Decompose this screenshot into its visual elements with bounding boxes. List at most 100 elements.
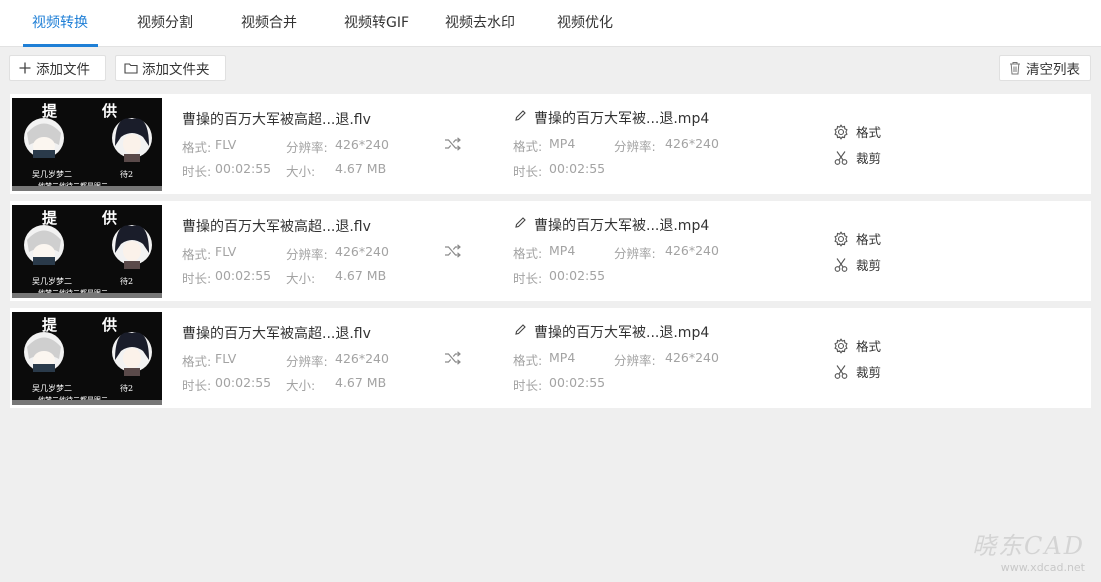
watermark-url: www.xdcad.net [1000,561,1085,574]
add-folder-button[interactable]: 添加文件夹 [115,55,226,81]
file-row[interactable]: 提 供 吴几岁梦二 待2 他梦二他待二都是眼二 曹操的百万大军被高超...退.f… [10,308,1091,408]
cut-button[interactable]: 裁剪 [833,148,881,167]
source-size-label: 大小: [286,378,316,393]
tab-remove-watermark[interactable]: 视频去水印 [445,0,515,47]
shuffle-icon [445,244,461,258]
source-size-value: 4.67 MB [335,161,387,176]
edit-output-name-icon[interactable] [514,109,527,122]
source-format-label: 格式: [182,354,212,369]
cut-label: 裁剪 [856,258,882,273]
output-format-label: 格式: [513,353,543,368]
output-resolution-label: 分辨率: [614,353,656,368]
watermark-logo: 晓东CAD [972,532,1085,560]
thumbnail-progress-strip [12,293,162,298]
thumbnail-caption-left: 吴几岁梦二 [32,170,72,179]
output-format-value: MP4 [549,243,576,258]
tab-video-optimize[interactable]: 视频优化 [557,0,613,47]
shuffle-icon [445,137,461,151]
output-duration-label: 时长: [513,164,543,179]
edit-output-name-icon[interactable] [514,323,527,336]
source-filename: 曹操的百万大军被高超...退.flv [182,326,371,342]
gear-icon [834,123,848,140]
thumbnail-caption-left: 吴几岁梦二 [32,384,72,393]
output-duration-label: 时长: [513,271,543,286]
thumbnail-caption-left: 吴几岁梦二 [32,277,72,286]
output-filename[interactable]: 曹操的百万大军被...退.mp4 [534,108,709,128]
source-format-value: FLV [215,137,237,152]
video-thumbnail: 提 供 吴几岁梦二 待2 他梦二他待二都是眼二 [12,312,162,405]
trash-icon [1010,62,1020,75]
clear-list-label: 清空列表 [1026,62,1080,78]
output-resolution-label: 分辨率: [614,246,656,261]
edit-output-name-icon[interactable] [514,216,527,229]
thumbnail-characters [24,332,152,376]
thumbnail-caption-right: 待2 [120,384,134,393]
source-size-label: 大小: [286,271,316,286]
source-format-value: FLV [215,244,237,259]
watermark: 晓东CAD www.xdcad.net [972,526,1085,574]
plus-icon [19,62,31,74]
source-size-value: 4.67 MB [335,268,387,283]
output-filename[interactable]: 曹操的百万大军被...退.mp4 [534,322,709,342]
add-file-button[interactable]: 添加文件 [9,55,106,81]
active-tab-indicator [23,44,98,47]
cut-label: 裁剪 [856,365,882,380]
source-resolution-value: 426*240 [335,137,389,152]
source-resolution-value: 426*240 [335,351,389,366]
output-format-value: MP4 [549,136,576,151]
source-duration-label: 时长: [182,271,212,286]
thumbnail-characters [24,118,152,162]
source-resolution-label: 分辨率: [286,247,328,262]
thumbnail-characters [24,225,152,269]
cut-label: 裁剪 [856,151,882,166]
source-size-value: 4.67 MB [335,375,387,390]
output-duration-value: 00:02:55 [549,161,606,176]
source-duration-label: 时长: [182,378,212,393]
source-resolution-label: 分辨率: [286,140,328,155]
thumbnail-progress-strip [12,186,162,191]
file-row[interactable]: 提 供 吴几岁梦二 待2 他梦二他待二都是眼二 曹操的百万大军被高超...退.f… [10,201,1091,301]
file-row[interactable]: 提 供 吴几岁梦二 待2 他梦二他待二都是眼二 曹操的百万大军被高超...退.f… [10,94,1091,194]
scissors-icon [834,257,848,272]
gear-icon [834,230,848,247]
output-filename[interactable]: 曹操的百万大军被...退.mp4 [534,215,709,235]
source-format-label: 格式: [182,247,212,262]
source-duration-value: 00:02:55 [215,375,272,390]
thumbnail-caption-right: 待2 [120,277,134,286]
thumbnail-caption-right: 待2 [120,170,134,179]
video-thumbnail: 提 供 吴几岁梦二 待2 他梦二他待二都是眼二 [12,98,162,191]
tab-bar: 视频转换 视频分割 视频合并 视频转GIF 视频去水印 视频优化 [0,0,1101,47]
tab-video-split[interactable]: 视频分割 [137,0,193,47]
source-resolution-value: 426*240 [335,244,389,259]
output-resolution-value: 426*240 [665,136,719,151]
clear-list-button[interactable]: 清空列表 [999,55,1091,81]
source-format-label: 格式: [182,140,212,155]
format-settings-label: 格式 [856,125,882,140]
scissors-icon [834,150,848,165]
tab-video-to-gif[interactable]: 视频转GIF [344,0,409,47]
source-size-label: 大小: [286,164,316,179]
output-format-label: 格式: [513,246,543,261]
format-settings-button[interactable]: 格式 [833,336,881,355]
tab-video-convert[interactable]: 视频转换 [32,0,88,47]
format-settings-label: 格式 [856,339,882,354]
format-settings-button[interactable]: 格式 [833,122,881,141]
shuffle-icon [445,351,461,365]
output-resolution-label: 分辨率: [614,139,656,154]
cut-button[interactable]: 裁剪 [833,362,881,381]
gear-icon [834,337,848,354]
source-format-value: FLV [215,351,237,366]
source-duration-value: 00:02:55 [215,268,272,283]
folder-icon [124,63,138,74]
scissors-icon [834,364,848,379]
output-resolution-value: 426*240 [665,350,719,365]
source-duration-label: 时长: [182,164,212,179]
cut-button[interactable]: 裁剪 [833,255,881,274]
output-duration-label: 时长: [513,378,543,393]
format-settings-button[interactable]: 格式 [833,229,881,248]
output-duration-value: 00:02:55 [549,375,606,390]
tab-video-merge[interactable]: 视频合并 [241,0,297,47]
toolbar: 添加文件 添加文件夹 清空列表 [0,48,1101,88]
source-filename: 曹操的百万大军被高超...退.flv [182,112,371,128]
thumbnail-progress-strip [12,400,162,405]
